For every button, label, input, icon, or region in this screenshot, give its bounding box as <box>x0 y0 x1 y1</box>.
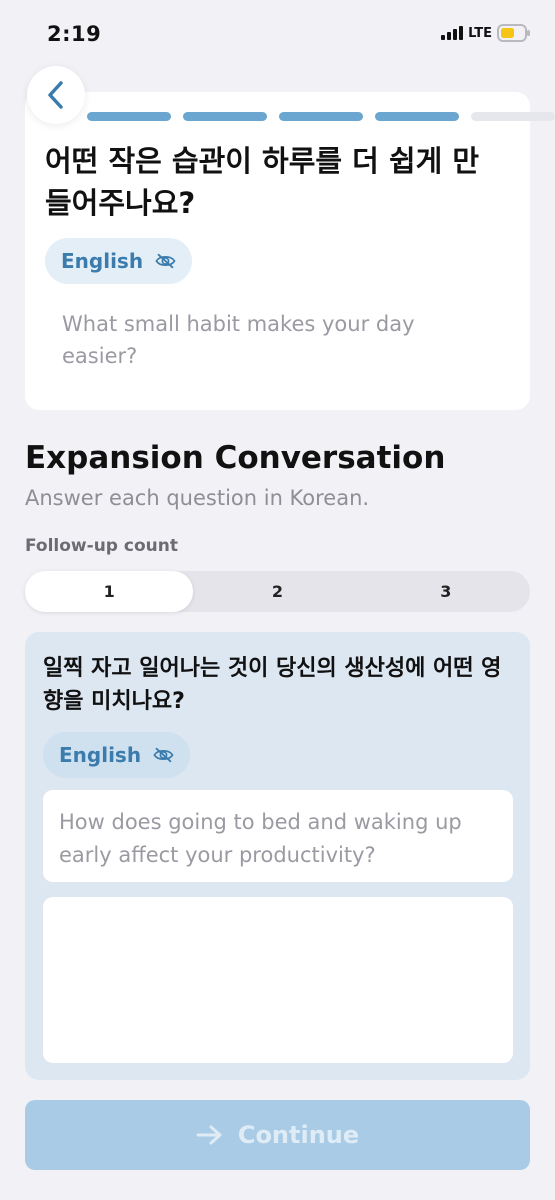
followup-question-translation: How does going to bed and waking up earl… <box>43 790 513 882</box>
progress-segment <box>183 112 267 121</box>
followup-english-toggle-label: English <box>59 743 142 767</box>
section-subtitle: Answer each question in Korean. <box>25 486 370 510</box>
followup-question: 일찍 자고 일어나는 것이 당신의 생산성에 어떤 영향을 미치나요? <box>43 656 502 714</box>
followup-count-option-1[interactable]: 1 <box>25 571 194 612</box>
progress-segment <box>375 112 459 121</box>
eye-slash-icon <box>153 747 174 763</box>
followup-count-selector: 1 2 3 <box>25 571 530 612</box>
eye-slash-icon <box>155 253 176 269</box>
followup-count-option-3[interactable]: 3 <box>362 571 530 612</box>
main-question: 어떤 작은 습관이 하루를 더 쉽게 만들어주나요? <box>45 144 480 220</box>
progress-segment <box>471 112 555 121</box>
network-label: LTE <box>468 25 492 41</box>
status-indicators: LTE <box>441 24 531 42</box>
back-button[interactable] <box>27 66 85 124</box>
continue-label: Continue <box>237 1121 360 1149</box>
status-time: 2:19 <box>47 22 102 46</box>
followup-question-card: 일찍 자고 일어나는 것이 당신의 생산성에 어떤 영향을 미치나요? Engl… <box>25 632 530 1080</box>
section-title: Expansion Conversation <box>25 440 446 476</box>
progress-segment <box>279 112 363 121</box>
question-card: 어떤 작은 습관이 하루를 더 쉽게 만들어주나요? English What … <box>25 92 555 410</box>
english-toggle-label: English <box>61 249 144 273</box>
followup-count-label: Follow-up count <box>25 536 178 556</box>
signal-icon <box>441 26 464 40</box>
progress-segment <box>87 112 171 121</box>
english-toggle[interactable]: English <box>45 238 192 284</box>
status-bar: 2:19 LTE <box>0 0 555 62</box>
continue-button[interactable]: Continue <box>25 1100 530 1170</box>
main-question-translation: What small habit makes your day easier? <box>62 312 415 368</box>
battery-icon <box>497 24 530 42</box>
arrow-right-icon <box>196 1125 222 1145</box>
followup-count-option-2[interactable]: 2 <box>193 571 361 612</box>
followup-english-toggle[interactable]: English <box>43 732 190 778</box>
answer-input[interactable] <box>43 897 513 1063</box>
chevron-left-icon <box>48 81 63 109</box>
progress-bar <box>87 112 555 121</box>
